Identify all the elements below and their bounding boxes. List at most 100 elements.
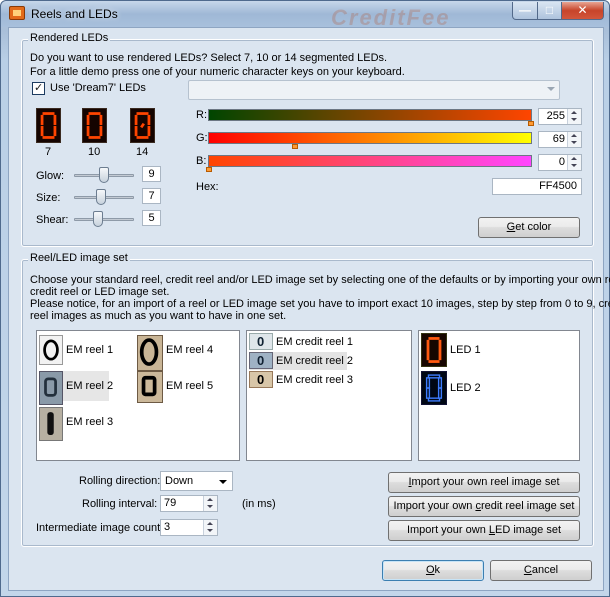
- spin-updown-icon[interactable]: [567, 155, 581, 170]
- spin-updown-icon[interactable]: [567, 132, 581, 147]
- maximize-icon: □: [545, 3, 554, 17]
- shear-value: 5: [142, 210, 161, 226]
- reel-desc-line3: Please notice, for an import of a reel o…: [30, 298, 610, 310]
- rolling-direction-value: Down: [165, 475, 194, 487]
- led-image-list[interactable]: LED 1 LED 2: [418, 330, 580, 461]
- minimize-icon: —: [519, 3, 531, 17]
- size-label: Size:: [36, 192, 61, 204]
- led-label-7: 7: [45, 146, 52, 158]
- reel-image-set-group-title: Reel/LED image set: [28, 252, 130, 264]
- glow-value: 9: [142, 166, 161, 182]
- title-bar[interactable]: Reels and LEDs CreditFee — □ ✕: [1, 1, 609, 30]
- app-icon: [9, 6, 25, 20]
- glow-slider-thumb[interactable]: [99, 167, 109, 183]
- reel-desc-line4: reel images as much as you want to have …: [30, 310, 287, 322]
- reel-thumbnail: [137, 335, 163, 371]
- close-button[interactable]: ✕: [561, 2, 604, 20]
- size-slider-thumb[interactable]: [96, 189, 106, 205]
- green-channel-bar[interactable]: [208, 132, 532, 144]
- r-label: R:: [196, 109, 207, 121]
- list-item[interactable]: 0 EM credit reel 2: [249, 352, 353, 370]
- red-value-spinner[interactable]: 255: [538, 108, 582, 125]
- blue-value-spinner[interactable]: 0: [538, 154, 582, 171]
- mnemonic: G: [506, 221, 516, 233]
- rolling-direction-select[interactable]: Down: [160, 471, 233, 491]
- list-item-label: LED 1: [450, 344, 481, 356]
- led-preview-7[interactable]: [36, 108, 61, 143]
- blue-value: 0: [558, 156, 565, 168]
- dialog-window: Reels and LEDs CreditFee — □ ✕ Rendered …: [0, 0, 610, 597]
- led-thumbnail: [421, 371, 447, 405]
- get-color-button[interactable]: Get color: [478, 217, 580, 238]
- led-thumbnail: [421, 333, 447, 367]
- credit-reel-list[interactable]: 0 EM credit reel 1 0 EM credit reel 2 0 …: [246, 330, 412, 461]
- intermediate-count-value: 3: [164, 521, 171, 533]
- reel-image-list[interactable]: EM reel 1 EM reel 4 EM reel 2 EM reel 5 …: [36, 330, 240, 461]
- shear-slider-track[interactable]: [74, 218, 134, 221]
- intermediate-count-label: Intermediate image count:: [36, 522, 164, 534]
- intermediate-count-spinner[interactable]: 3: [160, 519, 218, 536]
- dialog-client-area: Rendered LEDs Do you want to use rendere…: [8, 27, 610, 591]
- reel-thumbnail: [39, 335, 63, 365]
- mnemonic: O: [425, 564, 435, 576]
- list-item-label: EM credit reel 2: [276, 355, 354, 367]
- use-dream7-checkbox[interactable]: [32, 81, 45, 95]
- list-item[interactable]: 0 EM credit reel 3: [249, 371, 369, 389]
- hex-value-field[interactable]: FF4500: [492, 178, 582, 195]
- rolling-interval-value: 79: [164, 497, 177, 509]
- led-label-14: 14: [136, 146, 149, 158]
- maximize-button[interactable]: □: [537, 2, 562, 20]
- spin-updown-icon[interactable]: [203, 520, 217, 535]
- shear-slider-thumb[interactable]: [93, 211, 103, 227]
- reel-desc-line1: Choose your standard reel, credit reel a…: [30, 274, 610, 286]
- led-label-10: 10: [88, 146, 101, 158]
- import-credit-reel-button[interactable]: Import your own credit reel image set: [388, 496, 580, 517]
- red-channel-bar[interactable]: [208, 109, 532, 121]
- list-item-label: EM reel 1: [66, 344, 114, 356]
- minimize-button[interactable]: —: [512, 2, 538, 20]
- rolling-interval-spinner[interactable]: 79: [160, 495, 218, 512]
- import-reel-button[interactable]: Import your own reel image set: [388, 472, 580, 493]
- list-item[interactable]: EM reel 5: [137, 371, 217, 403]
- chevron-down-icon: [219, 480, 227, 484]
- spin-updown-icon[interactable]: [203, 496, 217, 511]
- list-item[interactable]: EM reel 2: [39, 371, 113, 405]
- g-label: G:: [196, 132, 208, 144]
- blue-channel-marker[interactable]: [206, 167, 212, 172]
- list-item[interactable]: LED 1: [421, 333, 491, 367]
- list-item[interactable]: EM reel 1: [39, 335, 113, 365]
- reel-desc-line2: credit reel or LED image set.: [30, 286, 170, 298]
- import-led-button[interactable]: Import your own LED image set: [388, 520, 580, 541]
- red-value: 255: [546, 110, 565, 122]
- led-style-dropdown[interactable]: [188, 80, 560, 100]
- list-item[interactable]: EM reel 4: [137, 335, 217, 371]
- blue-channel-bar[interactable]: [208, 155, 532, 167]
- list-item-label: EM credit reel 1: [276, 336, 354, 348]
- rolling-interval-label: Rolling interval:: [82, 498, 158, 510]
- list-item-label: EM reel 2: [66, 380, 114, 392]
- rendered-leds-group-title: Rendered LEDs: [28, 32, 111, 44]
- led-preview-10[interactable]: [82, 108, 107, 143]
- b-label: B:: [196, 155, 207, 167]
- rolling-interval-unit: (in ms): [242, 498, 276, 510]
- red-channel-marker[interactable]: [528, 121, 534, 126]
- list-item[interactable]: 0 EM credit reel 1: [249, 333, 369, 351]
- list-item-label: EM reel 5: [166, 380, 214, 392]
- shear-label: Shear:: [36, 214, 69, 226]
- credit-reel-thumbnail: 0: [249, 352, 273, 369]
- glow-label: Glow:: [36, 170, 65, 182]
- green-value-spinner[interactable]: 69: [538, 131, 582, 148]
- green-channel-marker[interactable]: [292, 144, 298, 149]
- rolling-direction-label: Rolling direction:: [79, 475, 161, 487]
- list-item[interactable]: LED 2: [421, 371, 491, 405]
- use-dream7-label[interactable]: Use 'Dream7' LEDs: [50, 82, 146, 94]
- list-item[interactable]: EM reel 3: [39, 407, 113, 441]
- led-preview-14[interactable]: [130, 108, 155, 143]
- ok-button[interactable]: Ok: [382, 560, 484, 581]
- window-title: Reels and LEDs: [31, 7, 118, 21]
- cancel-button[interactable]: Cancel: [490, 560, 592, 581]
- spin-updown-icon[interactable]: [567, 109, 581, 124]
- list-item-label: EM reel 3: [66, 416, 114, 428]
- rendered-leds-group: Rendered LEDs Do you want to use rendere…: [21, 32, 594, 247]
- list-item-label: EM credit reel 3: [276, 374, 354, 386]
